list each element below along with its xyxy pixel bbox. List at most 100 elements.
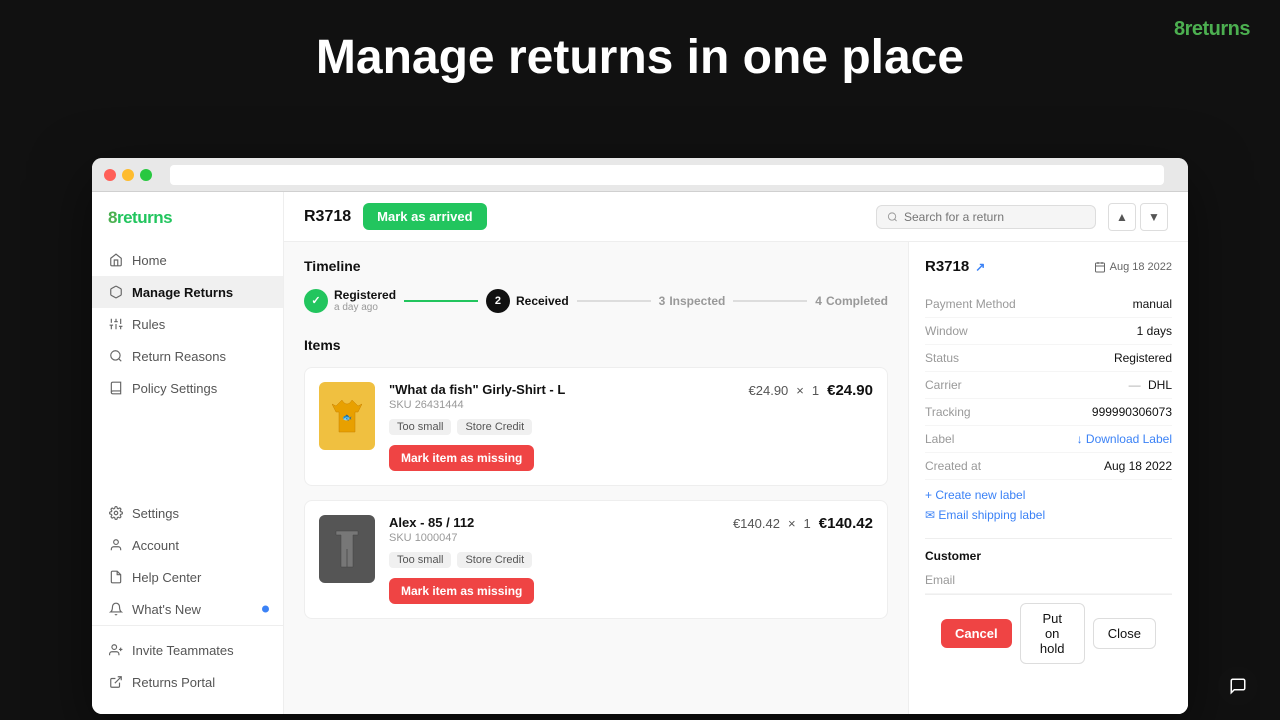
item-sku-1: SKU 26431444: [389, 399, 735, 411]
step-label-received: Received: [516, 294, 569, 308]
item-image-1: 🐟: [319, 382, 375, 450]
item-multiply-1: ×: [796, 383, 804, 398]
search-bar[interactable]: [876, 205, 1096, 229]
mark-missing-button-1[interactable]: Mark item as missing: [389, 445, 534, 471]
chat-icon: [1229, 677, 1247, 695]
url-bar[interactable]: [170, 165, 1164, 185]
put-on-hold-button[interactable]: Put on hold: [1020, 603, 1085, 664]
item-quantity-1: 1: [812, 383, 819, 398]
item-unit-price-1: €24.90: [749, 383, 789, 398]
sidebar-footer: Invite Teammates Returns Portal: [92, 625, 283, 698]
step-num-4: 4: [815, 294, 822, 308]
date-badge: Aug 18 2022: [1094, 261, 1172, 273]
item-tags-2: Too small Store Credit: [389, 552, 719, 568]
nav-up-button[interactable]: ▲: [1108, 203, 1136, 231]
item-image-2: [319, 515, 375, 583]
sidebar-item-help-center[interactable]: Help Center: [92, 561, 283, 593]
nav-down-button[interactable]: ▼: [1140, 203, 1168, 231]
sidebar-item-rules[interactable]: Rules: [92, 308, 283, 340]
window-close-dot[interactable]: [104, 169, 116, 181]
mark-missing-button-2[interactable]: Mark item as missing: [389, 578, 534, 604]
timeline-step-completed: Completed: [826, 294, 888, 308]
content-area: Timeline ✓ Registered a day ago: [284, 242, 1188, 714]
item-sku-2: SKU 1000047: [389, 532, 719, 544]
calendar-icon: [1094, 261, 1106, 273]
item-name-1: "What da fish" Girly-Shirt - L: [389, 382, 735, 397]
tag-store-credit-2: Store Credit: [457, 552, 532, 568]
sidebar-nav: Home Manage Returns Rules: [92, 244, 283, 698]
browser-chrome: [92, 158, 1188, 192]
item-unit-price-2: €140.42: [733, 516, 780, 531]
cancel-button[interactable]: Cancel: [941, 619, 1012, 648]
external-link-icon: [108, 674, 124, 690]
item-price-area-1: €24.90 × 1 €24.90: [749, 382, 873, 399]
home-icon: [108, 252, 124, 268]
close-button[interactable]: Close: [1093, 618, 1156, 649]
search-input[interactable]: [904, 210, 1085, 224]
timeline-step-received: 2 Received: [486, 289, 569, 313]
info-row-created: Created at Aug 18 2022: [925, 453, 1172, 480]
person-plus-icon: [108, 642, 124, 658]
sidebar-item-label: Invite Teammates: [132, 643, 234, 658]
sidebar-item-policy-settings[interactable]: Policy Settings: [92, 372, 283, 404]
right-return-id: R3718 ↗: [925, 258, 985, 275]
email-shipping-link[interactable]: ✉ Email shipping label: [925, 508, 1172, 522]
return-id: R3718: [304, 208, 351, 226]
right-panel: R3718 ↗ Aug 18 2022 Payment Method manua…: [908, 242, 1188, 714]
tag-too-small-1: Too small: [389, 419, 451, 435]
sliders-icon: [108, 316, 124, 332]
sidebar-item-whats-new[interactable]: What's New: [92, 593, 283, 625]
sidebar-item-return-reasons[interactable]: Return Reasons: [92, 340, 283, 372]
create-label-link[interactable]: + Create new label: [925, 488, 1172, 502]
step-label-inspected: Inspected: [669, 294, 725, 308]
customer-section-title: Customer: [925, 538, 1172, 567]
info-row-tracking: Tracking 999990306073: [925, 399, 1172, 426]
item-details-1: "What da fish" Girly-Shirt - L SKU 26431…: [389, 382, 735, 471]
sidebar-item-settings[interactable]: Settings: [92, 497, 283, 529]
external-link-icon[interactable]: ↗: [975, 260, 985, 274]
sidebar-item-account[interactable]: Account: [92, 529, 283, 561]
item-tags-1: Too small Store Credit: [389, 419, 735, 435]
step-icon-registered: ✓: [304, 289, 328, 313]
timeline-title: Timeline: [304, 258, 888, 274]
action-bar: Cancel Put on hold Close: [925, 594, 1172, 672]
search-icon: [887, 211, 898, 223]
item-card-2: Alex - 85 / 112 SKU 1000047 Too small St…: [304, 500, 888, 619]
item-quantity-2: 1: [804, 516, 811, 531]
window-minimize-dot[interactable]: [122, 169, 134, 181]
sidebar-item-label: Return Reasons: [132, 349, 226, 364]
package-icon: [108, 284, 124, 300]
sidebar-item-label: Returns Portal: [132, 675, 215, 690]
sidebar-item-returns-portal[interactable]: Returns Portal: [92, 666, 283, 698]
sidebar-item-label: Rules: [132, 317, 165, 332]
label-links: + Create new label ✉ Email shipping labe…: [925, 480, 1172, 530]
whats-new-badge: [262, 606, 269, 613]
window-maximize-dot[interactable]: [140, 169, 152, 181]
shirt-icon: 🐟: [332, 398, 362, 434]
sidebar-item-invite-teammates[interactable]: Invite Teammates: [92, 634, 283, 666]
download-label-link[interactable]: ↓ Download Label: [1077, 432, 1172, 446]
step-label-registered: Registered a day ago: [334, 288, 396, 313]
user-icon: [108, 537, 124, 553]
sidebar-item-home[interactable]: Home: [92, 244, 283, 276]
right-panel-header: R3718 ↗ Aug 18 2022: [925, 258, 1172, 275]
left-panel: Timeline ✓ Registered a day ago: [284, 242, 908, 714]
mark-arrived-button[interactable]: Mark as arrived: [363, 203, 486, 230]
sidebar-item-label: Policy Settings: [132, 381, 217, 396]
chat-bubble-button[interactable]: [1218, 666, 1258, 706]
item-details-2: Alex - 85 / 112 SKU 1000047 Too small St…: [389, 515, 719, 604]
tag-store-credit-1: Store Credit: [457, 419, 532, 435]
item-total-2: €140.42: [819, 515, 873, 532]
step-label-completed: Completed: [826, 294, 888, 308]
connector-1: [404, 300, 478, 302]
item-price-area-2: €140.42 × 1 €140.42: [733, 515, 873, 532]
main-content: R3718 Mark as arrived ▲ ▼ Timeline: [284, 192, 1188, 714]
info-row-email: Email: [925, 567, 1172, 594]
info-row-payment: Payment Method manual: [925, 291, 1172, 318]
hero-title: Manage returns in one place: [0, 0, 1280, 105]
tag-too-small-2: Too small: [389, 552, 451, 568]
sidebar-item-label: Settings: [132, 506, 179, 521]
sidebar-item-label: Account: [132, 538, 179, 553]
bell-icon: [108, 601, 124, 617]
sidebar-item-manage-returns[interactable]: Manage Returns: [92, 276, 283, 308]
